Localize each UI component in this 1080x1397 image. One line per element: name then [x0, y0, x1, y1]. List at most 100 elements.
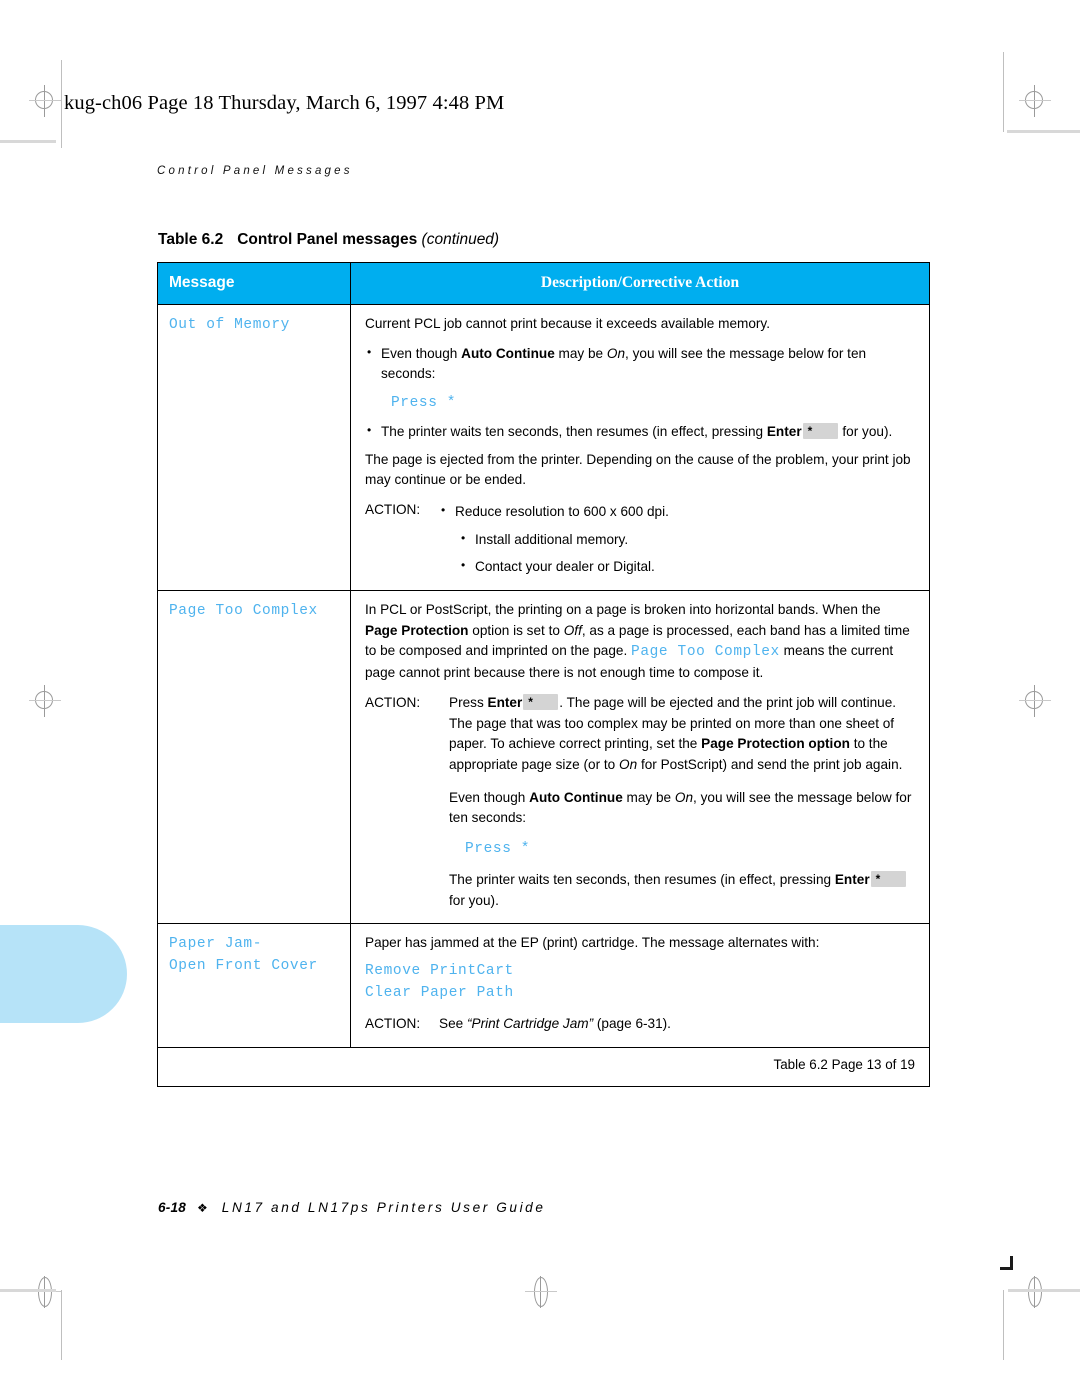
- registration-mark-top-left: [28, 84, 62, 118]
- action-label: ACTION:: [365, 501, 421, 517]
- row3-action-block: ACTION: See “Print Cartridge Jam” (page …: [365, 1014, 915, 1035]
- bullet-italic: On: [606, 345, 626, 361]
- trim-line-bottom-right-h: [1008, 1289, 1080, 1292]
- message-text-out-of-memory: Out of Memory: [169, 317, 290, 333]
- table-continuation-text: Table 6.2 Page 13 of 19: [773, 1056, 915, 1072]
- trim-line-bottom-right: [1003, 1290, 1004, 1360]
- list-item: Install additional memory.: [459, 529, 915, 551]
- row2-action-paragraph-3: The printer waits ten seconds, then resu…: [449, 870, 915, 911]
- diamond-icon: ❖: [197, 1201, 208, 1215]
- ap3-2: for you).: [449, 892, 499, 908]
- trim-line-top-left: [0, 140, 56, 143]
- r3-a2: (page 6-31).: [593, 1015, 671, 1031]
- ap2-2: may be: [622, 789, 675, 805]
- row1-bullet-list: Even though Auto Continue may be On, you…: [365, 343, 915, 385]
- table-row: Out of Memory Current PCL job cannot pri…: [158, 305, 929, 591]
- book-title: LN17 and LN17ps Printers User Guide: [221, 1200, 546, 1215]
- list-item: Contact your dealer or Digital.: [459, 556, 915, 578]
- message-text-paper-jam-line2: Open Front Cover: [169, 958, 318, 975]
- list-item: Reduce resolution to 600 x 600 dpi.: [439, 501, 915, 523]
- p1-bold: Page Protection: [365, 622, 469, 638]
- bullet-mid: may be: [554, 345, 607, 361]
- ap2-bold: Auto Continue: [529, 789, 623, 805]
- row2-action-paragraph-2: Even though Auto Continue may be On, you…: [449, 788, 915, 829]
- action-body: Reduce resolution to 600 x 600 dpi. Inst…: [439, 500, 915, 578]
- enter-label: Enter: [487, 694, 523, 710]
- trim-line-bottom-left-h: [0, 1289, 56, 1292]
- row1-intro: Current PCL job cannot print because it …: [365, 316, 770, 331]
- control-panel-messages-table: Message Description/Corrective Action Ou…: [157, 262, 930, 1087]
- table-caption: Table 6.2 Control Panel messages (continu…: [158, 231, 499, 249]
- p1b: option is set to: [468, 622, 564, 638]
- running-head: Control Panel Messages: [157, 165, 353, 177]
- cross-reference-title: “Print Cartridge Jam”: [466, 1015, 594, 1031]
- registration-mark-bottom-right: [1018, 1275, 1052, 1309]
- printer-message-alternating: Remove PrintCart Clear Paper Path: [365, 962, 514, 1001]
- action-body: Press Enter *. The page will be ejected a…: [449, 693, 915, 911]
- p1-italic: Off: [563, 622, 582, 638]
- p1a: In PCL or PostScript, the printing on a …: [365, 601, 881, 617]
- row2-action-paragraph: Press Enter *. The page will be ejected a…: [449, 693, 915, 776]
- bullet2-post: for you).: [838, 424, 893, 439]
- a-bold2: Page Protection option: [701, 736, 850, 752]
- action-body: See “Print Cartridge Jam” (page 6-31).: [439, 1014, 915, 1035]
- message-cell: Page Too Complex: [158, 590, 351, 924]
- trim-line-top-right: [1007, 130, 1080, 133]
- table-header-row: Message Description/Corrective Action: [158, 263, 929, 305]
- list-item: Even though Auto Continue may be On, you…: [365, 343, 915, 385]
- description-cell: In PCL or PostScript, the printing on a …: [351, 591, 929, 923]
- a-italic: On: [619, 756, 638, 772]
- registration-mark-middle-right: [1018, 684, 1052, 718]
- folio-number: 6-18: [158, 1200, 187, 1215]
- ap2-1: Even though: [449, 789, 530, 805]
- bullet-bold: Auto Continue: [461, 345, 555, 361]
- action-label: ACTION:: [365, 1015, 421, 1031]
- ap2-italic: On: [674, 789, 694, 805]
- row1-action-bullets: Reduce resolution to 600 x 600 dpi. Inst…: [439, 501, 915, 578]
- message-cell: Paper Jam- Open Front Cover: [158, 924, 351, 1047]
- table-caption-title: Control Panel messages: [237, 231, 418, 248]
- trim-line-left: [61, 60, 62, 148]
- table-caption-continued: (continued): [421, 231, 500, 248]
- bullet2-bold: Enter: [766, 424, 802, 439]
- bullet-pre: Even though: [381, 345, 462, 361]
- list-item: The printer waits ten seconds, then resu…: [365, 421, 915, 443]
- asterisk-key-icon: *: [523, 693, 559, 710]
- ap3-1: The printer waits ten seconds, then resu…: [449, 871, 835, 887]
- table-continuation-footer: Table 6.2 Page 13 of 19: [158, 1048, 929, 1086]
- registration-mark-bottom-center: [524, 1275, 558, 1309]
- row1-action-block: ACTION: Reduce resolution to 600 x 600 d…: [365, 500, 915, 578]
- table-row: Page Too Complex In PCL or PostScript, t…: [158, 590, 929, 925]
- crop-mark-bottom-right: [1000, 1256, 1018, 1274]
- table-caption-number: Table 6.2: [158, 231, 224, 248]
- table-header-description: Description/Corrective Action: [540, 274, 740, 291]
- table-row: Paper Jam- Open Front Cover Paper has ja…: [158, 924, 929, 1048]
- ap3-bold: Enter: [834, 871, 870, 887]
- bullet2-pre: The printer waits ten seconds, then resu…: [381, 424, 767, 439]
- row2-paragraph: In PCL or PostScript, the printing on a …: [365, 600, 915, 684]
- r3-a1: See: [439, 1015, 467, 1031]
- message-text-page-too-complex: Page Too Complex: [169, 602, 318, 619]
- a1: Press: [449, 694, 488, 710]
- message-text-paper-jam-line1: Paper Jam-: [169, 936, 263, 953]
- inline-printer-message: Page Too Complex: [631, 644, 780, 661]
- row1-bullet-list-2: The printer waits ten seconds, then resu…: [365, 421, 915, 443]
- trim-line-right: [1003, 52, 1004, 132]
- trim-line-bottom-left: [61, 1290, 62, 1360]
- row3-intro: Paper has jammed at the EP (print) cartr…: [365, 935, 820, 951]
- page-footer: 6-18 ❖ LN17 and LN17ps Printers User Guide: [158, 1200, 546, 1215]
- message-cell: Out of Memory: [158, 305, 351, 590]
- printer-message-press-star-2: Press *: [465, 840, 531, 857]
- table-header-message: Message: [158, 263, 351, 304]
- row1-paragraph: The page is ejected from the printer. De…: [365, 451, 911, 488]
- registration-mark-bottom-left: [28, 1275, 62, 1309]
- asterisk-key-icon: *: [870, 870, 906, 887]
- row2-action-block: ACTION: Press Enter *. The page will be e…: [365, 693, 915, 911]
- asterisk-key-icon: *: [802, 423, 838, 439]
- thumb-index-tab: [0, 925, 127, 1023]
- description-cell: Current PCL job cannot print because it …: [351, 305, 929, 590]
- printer-message-press-star-1: Press *: [391, 394, 457, 411]
- registration-mark-top-right: [1018, 84, 1052, 118]
- a4: for PostScript) and send the print job a…: [637, 756, 903, 772]
- action-label: ACTION:: [365, 694, 421, 710]
